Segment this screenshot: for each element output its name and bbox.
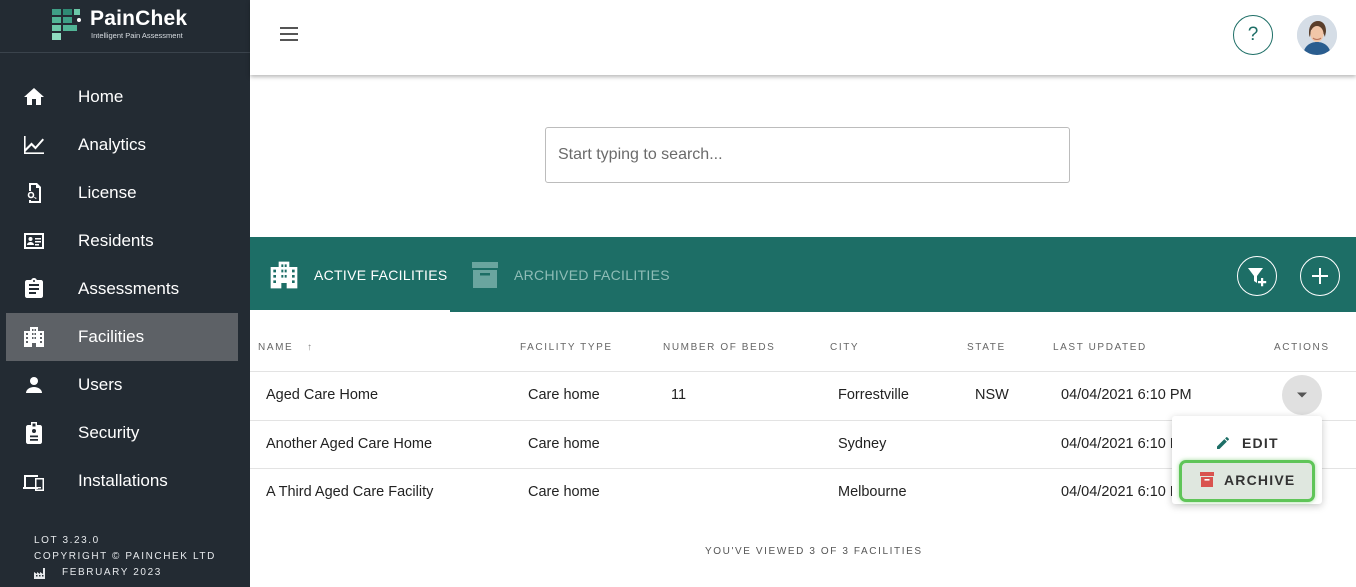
column-header-actions: ACTIONS (1274, 342, 1330, 353)
edit-label: EDIT (1242, 435, 1279, 451)
city: Melbourne (838, 484, 907, 500)
caret-down-icon (1297, 392, 1307, 398)
avatar[interactable] (1297, 15, 1337, 55)
search-input[interactable] (546, 128, 1069, 182)
sidebar-item-residents[interactable]: Residents (0, 217, 250, 265)
sidebar-nav: Home Analytics License Residents Assessm… (0, 73, 250, 505)
help-button[interactable]: ? (1233, 15, 1273, 55)
column-header-facility-type[interactable]: FACILITY TYPE (520, 342, 613, 353)
sidebar-item-users[interactable]: Users (0, 361, 250, 409)
brand-name: PainChek (90, 7, 188, 30)
pencil-icon (1217, 436, 1230, 449)
sidebar-item-facilities[interactable]: Facilities (0, 313, 250, 361)
factory-icon (34, 568, 45, 579)
brand-tagline: Intelligent Pain Assessment (91, 31, 183, 40)
sidebar-item-label: Residents (78, 231, 154, 250)
filter-plus-icon (1248, 268, 1267, 287)
user-avatar-icon (1297, 15, 1337, 55)
sidebar-footer: LOT 3.23.0 COPYRIGHT © PAINCHEK LTD FEBR… (34, 533, 216, 581)
table-row[interactable]: Aged Care Home Care home 11 Forrestville… (250, 372, 1356, 420)
facilities-toolbar: ACTIVE FACILITIES ARCHIVED FACILITIES (250, 237, 1356, 312)
facility-type: Care home (528, 484, 600, 500)
sidebar-item-label: Assessments (78, 279, 180, 298)
search-field[interactable] (545, 127, 1070, 183)
license-icon (22, 181, 46, 205)
sidebar: PainChek Intelligent Pain Assessment Hom… (0, 0, 250, 587)
facilities-icon (270, 261, 298, 289)
city: Sydney (838, 436, 887, 452)
release-date-text: FEBRUARY 2023 (62, 567, 162, 578)
home-icon (22, 85, 46, 109)
analytics-icon (22, 133, 46, 157)
brand-logo[interactable]: PainChek Intelligent Pain Assessment (0, 0, 250, 53)
facility-name: Aged Care Home (266, 387, 379, 403)
painchek-logo-icon (52, 9, 81, 40)
archive-label: ARCHIVE (1224, 472, 1296, 488)
tab-label: ARCHIVED FACILITIES (514, 267, 670, 283)
column-header-city[interactable]: CITY (830, 342, 859, 353)
add-facility-button[interactable] (1300, 256, 1340, 296)
tab-label: ACTIVE FACILITIES (314, 267, 448, 283)
sidebar-item-label: Security (78, 423, 140, 442)
sidebar-item-home[interactable]: Home (0, 73, 250, 121)
row-actions-button[interactable] (1282, 375, 1322, 415)
tab-active-facilities[interactable]: ACTIVE FACILITIES (250, 237, 450, 312)
row-actions-menu: EDIT ARCHIVE (1172, 416, 1322, 504)
sidebar-item-installations[interactable]: Installations (0, 457, 250, 505)
city: Forrestville (838, 387, 909, 403)
sidebar-item-assessments[interactable]: Assessments (0, 265, 250, 313)
active-tab-indicator (250, 310, 450, 312)
facilities-icon (22, 325, 46, 349)
sidebar-item-label: Facilities (78, 327, 145, 346)
sidebar-item-label: Installations (78, 471, 168, 490)
sidebar-item-security[interactable]: Security (0, 409, 250, 457)
column-header-last-updated[interactable]: LAST UPDATED (1053, 342, 1147, 353)
version-text: LOT 3.23.0 (34, 535, 100, 546)
sidebar-item-label: License (78, 183, 137, 202)
facility-name: Another Aged Care Home (266, 436, 433, 452)
facility-type: Care home (528, 436, 600, 452)
facility-type: Care home (528, 387, 600, 403)
number-of-beds: 11 (671, 387, 687, 403)
archive-box-icon (472, 262, 498, 288)
archive-icon (1200, 472, 1214, 487)
hamburger-menu-icon[interactable] (280, 27, 300, 43)
pagination-status: YOU'VE VIEWED 3 OF 3 FACILITIES (705, 546, 923, 557)
top-header: ? (250, 0, 1356, 75)
state: NSW (975, 387, 1009, 403)
residents-icon (22, 229, 46, 253)
copyright-text: COPYRIGHT © PAINCHEK LTD (34, 551, 216, 562)
sidebar-item-license[interactable]: License (0, 169, 250, 217)
sidebar-item-label: Users (78, 375, 123, 394)
plus-icon (1312, 268, 1328, 284)
sidebar-item-analytics[interactable]: Analytics (0, 121, 250, 169)
users-icon (22, 373, 46, 397)
column-header-number-of-beds[interactable]: NUMBER OF BEDS (663, 342, 775, 353)
security-icon (22, 421, 46, 445)
edit-menu-item[interactable]: EDIT (1172, 424, 1322, 460)
add-filter-button[interactable] (1237, 256, 1277, 296)
sidebar-item-label: Home (78, 87, 124, 106)
facility-name: A Third Aged Care Facility (266, 484, 434, 500)
sort-ascending-icon[interactable]: ↑ (307, 342, 314, 353)
column-header-state[interactable]: STATE (967, 342, 1006, 353)
column-header-name[interactable]: NAME (258, 342, 293, 353)
installations-icon (22, 469, 46, 493)
last-updated: 04/04/2021 6:10 PM (1061, 387, 1192, 403)
archive-menu-item[interactable]: ARCHIVE (1179, 460, 1315, 502)
assessments-icon (22, 277, 46, 301)
sidebar-item-label: Analytics (78, 135, 147, 154)
